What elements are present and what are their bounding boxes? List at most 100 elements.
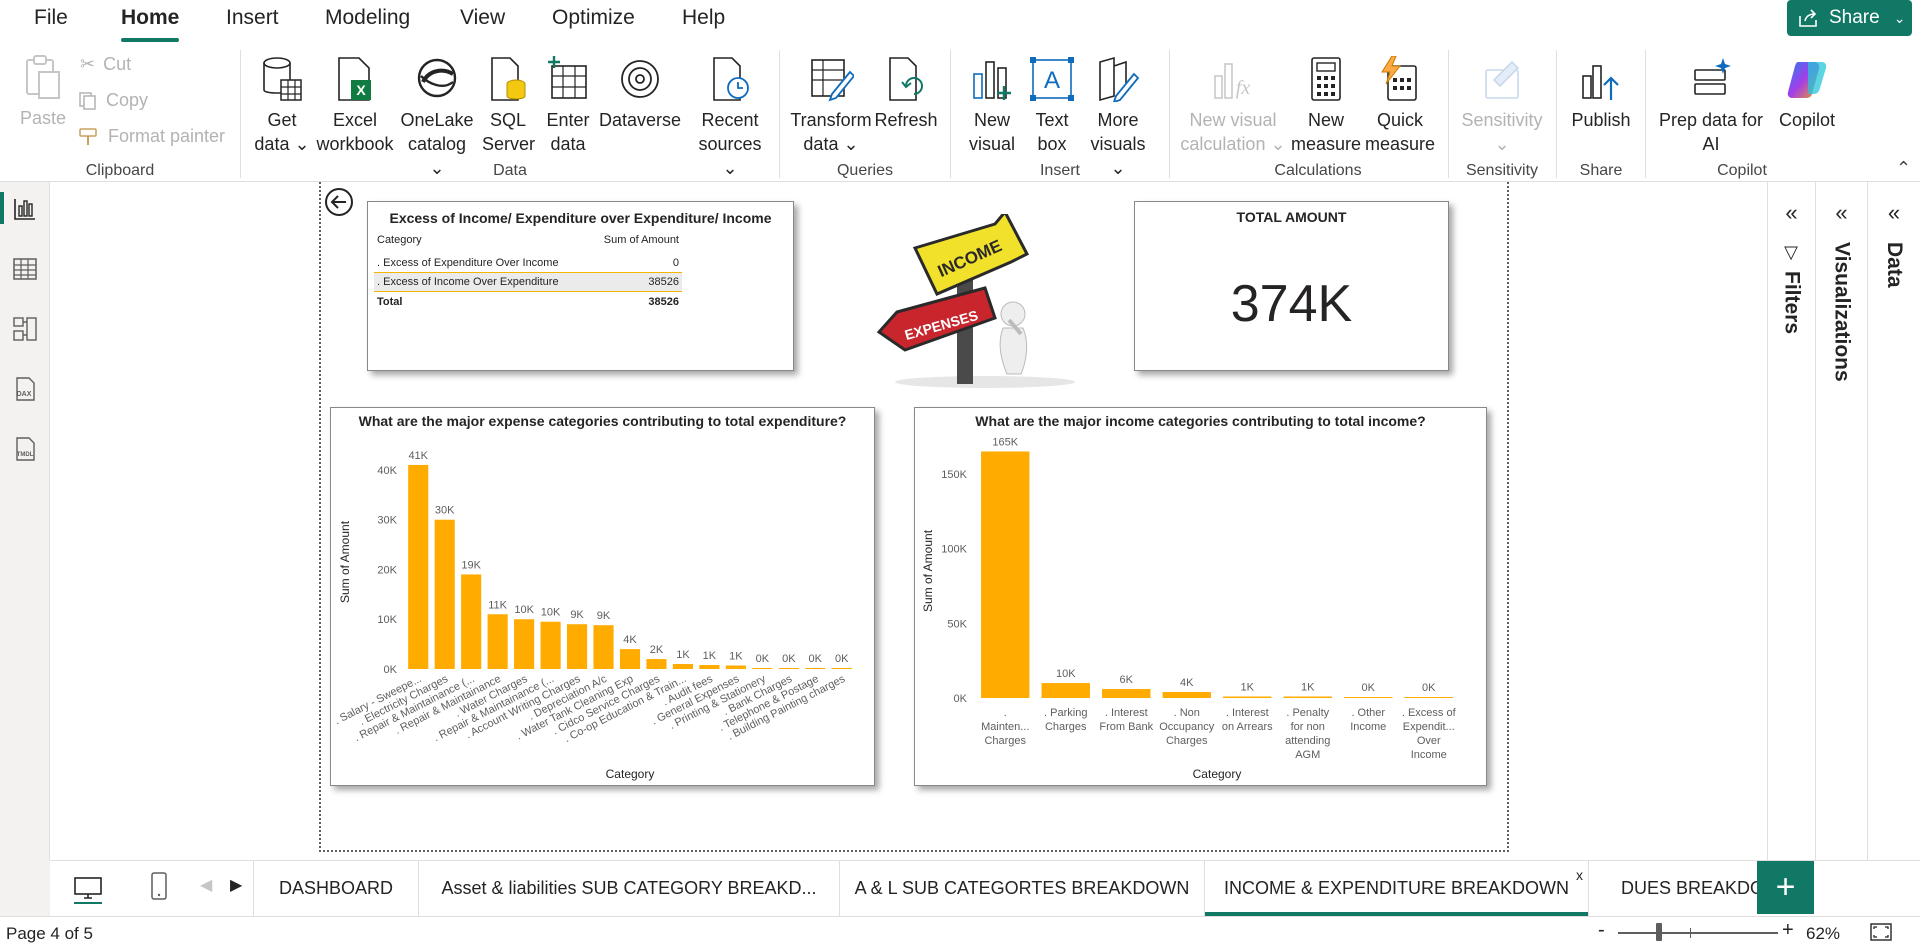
scissors-icon: ✂ xyxy=(80,54,96,74)
income-chart-title: What are the major income categories con… xyxy=(975,413,1426,429)
tab-modeling[interactable]: Modeling xyxy=(325,6,410,30)
chevron-down-icon[interactable]: ⌄ xyxy=(1894,10,1906,27)
data-pane-label[interactable]: Data xyxy=(1882,242,1906,288)
excel-icon: X xyxy=(338,57,371,101)
page-tab-al-subcategories[interactable]: A & L SUB CATEGORTES BREAKDOWN xyxy=(840,861,1205,916)
format-painter-icon xyxy=(79,127,97,145)
text-box-button[interactable]: A Text box xyxy=(1026,56,1078,156)
y-tick-label: 100K xyxy=(941,544,967,556)
tab-view[interactable]: View xyxy=(460,6,505,30)
page-tab-income-expenditure[interactable]: INCOME & EXPENDITURE BREAKDOWN xyxy=(1205,861,1589,916)
report-view-icon[interactable] xyxy=(12,196,38,222)
zoom-out-button[interactable]: - xyxy=(1598,919,1605,942)
transform-data-button[interactable]: Transform data ⌄ xyxy=(790,56,872,156)
recent-sources-button[interactable]: Recent sources ⌄ xyxy=(690,56,770,180)
expand-filters-chevron-icon[interactable]: « xyxy=(1768,200,1815,226)
copy-button[interactable]: Copy xyxy=(78,90,148,111)
copilot-button[interactable]: Copilot xyxy=(1768,56,1846,132)
quick-measure-icon xyxy=(1381,56,1417,101)
x-tick-label-line: . xyxy=(1004,707,1007,719)
kpi-value: 374K xyxy=(1230,275,1353,333)
paste-button[interactable]: Paste xyxy=(18,54,68,130)
format-painter-button[interactable]: Format painter xyxy=(78,126,225,147)
zoom-slider-track[interactable] xyxy=(1618,932,1778,934)
x-tick-label: . Penalty for non attending AGM xyxy=(1285,707,1330,761)
ribbon-separator xyxy=(779,50,780,178)
back-arrow-icon[interactable] xyxy=(324,187,354,217)
tab-optimize[interactable]: Optimize xyxy=(552,6,635,30)
page-tab-dashboard[interactable]: DASHBOARD xyxy=(253,861,419,916)
income-chart-svg: 0K 50K 100K 150K Sum of Amount 165K. Mainten..… xyxy=(921,436,1457,781)
table-row[interactable]: . Excess of Income Over Expenditure 3852… xyxy=(374,272,682,292)
expand-data-chevron-icon[interactable]: « xyxy=(1868,200,1920,226)
sql-server-button[interactable]: SQL Server xyxy=(482,56,535,156)
cut-button[interactable]: ✂ Cut xyxy=(80,54,131,75)
mobile-layout-icon[interactable] xyxy=(148,871,170,903)
refresh-button[interactable]: Refresh xyxy=(874,56,938,132)
zoom-in-button[interactable]: + xyxy=(1782,919,1794,942)
matrix-visual[interactable]: Excess of Income/ Expenditure over Expen… xyxy=(367,201,794,371)
status-bar: Page 4 of 5 - + 62% xyxy=(0,916,1920,948)
excel-workbook-button[interactable]: X Excel workbook xyxy=(314,56,396,156)
visualizations-pane[interactable]: « Visualizations xyxy=(1815,182,1867,860)
chart-bar xyxy=(514,619,535,669)
income-expenses-image[interactable]: INCOME EXPENSES xyxy=(845,209,1087,390)
model-view-icon[interactable] xyxy=(12,316,38,342)
fit-to-page-icon[interactable] xyxy=(1870,923,1892,941)
group-label-clipboard: Clipboard xyxy=(85,162,155,179)
filters-pane-label[interactable]: ▽ Filters xyxy=(1780,242,1804,334)
zoom-slider-midmark xyxy=(1690,928,1691,938)
page-tab-dues[interactable]: DUES BREAKDOWN xyxy=(1589,861,1757,916)
total-amount-card[interactable]: TOTAL AMOUNT 374K xyxy=(1134,201,1449,371)
table-total-row[interactable]: Total 38526 xyxy=(374,292,682,312)
active-view-indicator xyxy=(0,192,4,224)
group-label-data: Data xyxy=(493,162,527,179)
close-tab-icon[interactable]: x xyxy=(1576,867,1583,883)
sensitivity-button[interactable]: Sensitivity ⌄ xyxy=(1456,56,1548,156)
income-categories-chart[interactable]: 0K 50K 100K 150K Sum of Amount 165K. Mainten..… xyxy=(914,407,1487,786)
column-header-sum-of-amount[interactable]: Sum of Amount xyxy=(588,230,682,251)
scroll-left-icon[interactable]: ◀ xyxy=(200,875,212,895)
y-axis-label: Sum of Amount xyxy=(338,520,352,603)
quick-measure-button[interactable]: Quick measure xyxy=(1364,56,1436,156)
collapse-ribbon-chevron-icon[interactable]: ⌃ xyxy=(1896,158,1911,179)
new-measure-button[interactable]: New measure xyxy=(1290,56,1362,156)
expense-categories-chart[interactable]: 0K 10K 20K 30K 40K Sum of Amount 41K. Salary -… xyxy=(330,407,875,786)
y-axis-label: Sum of Amount xyxy=(921,529,935,612)
chart-bar xyxy=(1041,683,1090,698)
expand-visualizations-chevron-icon[interactable]: « xyxy=(1816,200,1867,226)
data-label: 0K xyxy=(835,653,849,665)
new-visual-icon xyxy=(973,61,1011,100)
scroll-right-icon[interactable]: ▶ xyxy=(230,875,242,895)
tab-insert[interactable]: Insert xyxy=(226,6,279,30)
data-label: 0K xyxy=(1362,682,1376,694)
get-data-button[interactable]: Get data ⌄ xyxy=(252,56,312,156)
tab-help[interactable]: Help xyxy=(682,6,725,30)
tab-file[interactable]: File xyxy=(34,6,68,30)
chevron-down-icon: ⌄ xyxy=(1110,158,1126,178)
prep-data-for-ai-button[interactable]: Prep data for AI xyxy=(1656,56,1766,156)
table-row[interactable]: . Excess of Expenditure Over Income 0 xyxy=(374,250,682,273)
publish-button[interactable]: Publish xyxy=(1568,56,1634,132)
share-icon xyxy=(1799,9,1817,27)
tab-home[interactable]: Home xyxy=(121,6,180,42)
column-header-category[interactable]: Category xyxy=(374,230,589,251)
enter-data-button[interactable]: Enter data xyxy=(540,56,596,156)
visualizations-pane-label[interactable]: Visualizations xyxy=(1830,242,1854,382)
x-tick-label-line: Charges xyxy=(984,735,1026,747)
page-tab-asset-liabilities[interactable]: Asset & liabilities SUB CATEGORY BREAKD.… xyxy=(419,861,840,916)
new-visual-button[interactable]: New visual xyxy=(962,56,1022,156)
share-button[interactable]: Share ⌄ xyxy=(1787,0,1912,36)
tmdl-view-icon[interactable]: TMDL xyxy=(12,436,38,462)
add-page-button[interactable]: + xyxy=(1757,861,1814,914)
new-visual-calculation-button[interactable]: fx New visual calculation ⌄ xyxy=(1178,56,1288,156)
zoom-slider-thumb[interactable] xyxy=(1656,923,1662,941)
dataverse-button[interactable]: Dataverse xyxy=(596,56,684,132)
data-pane[interactable]: « Data xyxy=(1867,182,1920,860)
y-tick-label: 10K xyxy=(377,614,397,626)
dax-query-view-icon[interactable]: DAX xyxy=(12,376,38,402)
desktop-layout-icon[interactable] xyxy=(72,874,104,904)
ribbon-separator xyxy=(950,50,951,178)
table-view-icon[interactable] xyxy=(12,256,38,282)
filters-pane[interactable]: « ▽ Filters xyxy=(1767,182,1815,860)
